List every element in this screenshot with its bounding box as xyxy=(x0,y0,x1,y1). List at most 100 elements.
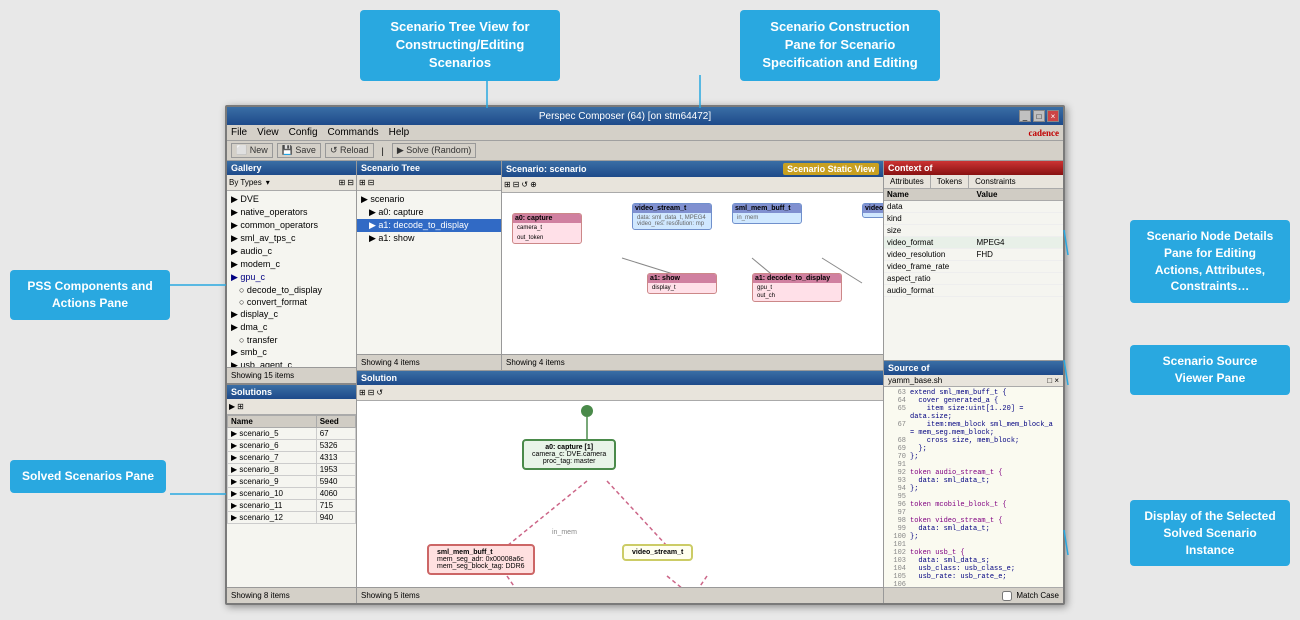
solution-row-4[interactable]: ▶ scenario_81953 xyxy=(228,464,356,476)
menu-help[interactable]: Help xyxy=(389,127,410,138)
solution-title: Solution xyxy=(357,371,883,385)
reload-button[interactable]: ↺ Reload xyxy=(325,143,374,158)
solution-row-1[interactable]: ▶ scenario_567 xyxy=(228,428,356,440)
gallery-item-smb[interactable]: ▶ smb_c xyxy=(227,346,356,359)
node-capture[interactable]: a0: capture camera_t out_token xyxy=(512,213,582,244)
menu-commands[interactable]: Commands xyxy=(328,127,379,138)
gallery-item-modem[interactable]: ▶ modem_c xyxy=(227,258,356,271)
annotation-instance-bubble: Display of the Selected Solved Scenario … xyxy=(1130,500,1290,566)
sol-node-sml-mem[interactable]: sml_mem_buff_t mem_seg_adr: 0x00008a6c m… xyxy=(427,544,535,575)
attr-name-vfrate: video_frame_rate xyxy=(884,261,974,272)
attr-row-vres: video_resolution FHD xyxy=(884,249,1063,261)
scenario-tree-items: ▶ scenario ▶ a0: capture ▶ a1: decode_to… xyxy=(357,191,501,354)
solution-row-2[interactable]: ▶ scenario_65326 xyxy=(228,440,356,452)
attr-value-kind xyxy=(974,213,1064,224)
top-annotations: Scenario Tree View for Constructing/Edit… xyxy=(0,10,1300,81)
tab-constraints[interactable]: Constraints xyxy=(969,175,1021,188)
menu-bar: File View Config Commands Help cadence xyxy=(227,125,1063,141)
solve-button[interactable]: ▶ Solve (Random) xyxy=(392,143,476,158)
gallery-title: Gallery xyxy=(227,161,356,175)
cadence-logo: cadence xyxy=(1029,128,1060,138)
menu-config[interactable]: Config xyxy=(289,127,318,138)
gallery-item-usb[interactable]: ▶ usb_agent_c xyxy=(227,359,356,367)
ed-icon-2[interactable]: ⊟ xyxy=(513,180,520,189)
source-filename-bar: yamm_base.sh □ × xyxy=(884,375,1063,387)
node-video-stream-1[interactable]: video_stream_t data: sml_data_t, MPEG4 v… xyxy=(632,203,712,230)
col-name: Name xyxy=(228,416,317,428)
attr-value-vres: FHD xyxy=(974,249,1064,260)
solution-row-6[interactable]: ▶ scenario_104060 xyxy=(228,488,356,500)
tree-capture[interactable]: ▶ a0: capture xyxy=(357,206,501,219)
tab-tokens[interactable]: Tokens xyxy=(931,175,969,188)
gallery-item-native[interactable]: ▶ native_operators xyxy=(227,206,356,219)
gallery-item-convert[interactable]: ○ convert_format xyxy=(227,296,356,308)
tree-show[interactable]: ▶ a1: show xyxy=(357,232,501,245)
ed-icon-4[interactable]: ⊕ xyxy=(530,180,537,189)
solution-row-3[interactable]: ▶ scenario_74313 xyxy=(228,452,356,464)
gallery-item-gpu[interactable]: ▶ gpu_c xyxy=(227,271,356,284)
gallery-item-dve[interactable]: ▶ DVE xyxy=(227,193,356,206)
node-video-stream-2[interactable]: video_stream_t xyxy=(862,203,883,218)
scenario-editor-title-bar: Scenario: scenario Scenario Static View xyxy=(502,161,883,177)
tree-decode[interactable]: ▶ a1: decode_to_display xyxy=(357,219,501,232)
gallery-item-dma[interactable]: ▶ dma_c xyxy=(227,321,356,334)
editor-toolbar: ⊞ ⊟ ↺ ⊕ xyxy=(502,177,883,193)
sol-icon-2[interactable]: ⊞ xyxy=(237,402,244,411)
node-decode-to-display[interactable]: a1: decode_to_display gpu_t out_ch xyxy=(752,273,842,302)
node-sml-mem-buff[interactable]: sml_mem_buff_t in_mem xyxy=(732,203,802,224)
attr-row-vformat: video_format MPEG4 xyxy=(884,237,1063,249)
minimize-button[interactable]: _ xyxy=(1019,110,1031,122)
new-button[interactable]: ⬜ New xyxy=(231,143,273,158)
src-line-105: 105 usb_rate: usb_rate_e; xyxy=(886,573,1061,581)
match-case-checkbox[interactable] xyxy=(1002,591,1012,601)
gallery-item-sml[interactable]: ▶ sml_av_tps_c xyxy=(227,232,356,245)
save-button[interactable]: 💾 Save xyxy=(277,143,321,158)
solutions-title: Solutions xyxy=(227,385,356,399)
scenario-showing: Showing 4 items xyxy=(361,358,420,367)
menu-file[interactable]: File xyxy=(231,127,247,138)
attr-name-vformat: video_format xyxy=(884,237,974,248)
ed-icon-1[interactable]: ⊞ xyxy=(504,180,511,189)
gallery-item-common[interactable]: ▶ common_operators xyxy=(227,219,356,232)
context-tabs: Attributes Tokens Constraints xyxy=(884,175,1063,189)
attr-list: data kind size video_format xyxy=(884,201,1063,360)
src-line-96: 96token mcobile_block_t { xyxy=(886,501,1061,509)
tree-icon-2[interactable]: ⊟ xyxy=(368,178,375,187)
close-button[interactable]: × xyxy=(1047,110,1059,122)
src-line-100: 100}; xyxy=(886,533,1061,541)
filter-icon[interactable]: ▾ xyxy=(266,178,270,187)
sol-tb-icon-3[interactable]: ↺ xyxy=(376,388,383,397)
ed-icon-3[interactable]: ↺ xyxy=(521,180,528,189)
menu-view[interactable]: View xyxy=(257,127,279,138)
sol-node-video[interactable]: video_stream_t xyxy=(622,544,693,561)
right-panel: Context of Attributes Tokens Constraints… xyxy=(883,161,1063,603)
solution-row-5[interactable]: ▶ scenario_95940 xyxy=(228,476,356,488)
gallery-item-audio[interactable]: ▶ audio_c xyxy=(227,245,356,258)
tab-attributes[interactable]: Attributes xyxy=(884,175,931,188)
sol-node-capture[interactable]: a0: capture [1] camera_c: DVE.camera pro… xyxy=(522,439,616,470)
gallery-icon-1[interactable]: ⊞ xyxy=(339,178,346,187)
solution-row-7[interactable]: ▶ scenario_11715 xyxy=(228,500,356,512)
sol-tb-icon-2[interactable]: ⊟ xyxy=(368,388,375,397)
gallery-item-decode[interactable]: ○ decode_to_display xyxy=(227,284,356,296)
gallery-icon-2[interactable]: ⊟ xyxy=(347,178,354,187)
attr-row-data: data xyxy=(884,201,1063,213)
sol-icon-1[interactable]: ▶ xyxy=(229,402,235,411)
center-top: Scenario Tree ⊞ ⊟ ▶ scenario ▶ a0: captu… xyxy=(357,161,883,371)
gallery-panel: Gallery By Types ▾ ⊞ ⊟ ▶ DVE ▶ native_op… xyxy=(227,161,357,603)
solution-row-8[interactable]: ▶ scenario_12940 xyxy=(228,512,356,524)
node-show[interactable]: a1: show display_t xyxy=(647,273,717,294)
annotation-solved-scenarios: Solved Scenarios Pane xyxy=(10,460,166,493)
src-line-67: 67 item:mem_block sml_mem_block_a = mem_… xyxy=(886,421,1061,437)
annotation-pss-bubble: PSS Components and Actions Pane xyxy=(10,270,170,320)
gallery-item-display[interactable]: ▶ display_c xyxy=(227,308,356,321)
tree-scenario[interactable]: ▶ scenario xyxy=(357,193,501,206)
sol-tb-icon-1[interactable]: ⊞ xyxy=(359,388,366,397)
solution-status: Showing 5 items xyxy=(357,587,883,603)
scenario-tree-panel: Scenario Tree ⊞ ⊟ ▶ scenario ▶ a0: captu… xyxy=(357,161,502,370)
annotation-source-viewer: Scenario Source Viewer Pane xyxy=(1130,345,1290,395)
tree-icon-1[interactable]: ⊞ xyxy=(359,178,366,187)
gallery-item-transfer[interactable]: ○ transfer xyxy=(227,334,356,346)
source-title: Source of xyxy=(884,361,1063,375)
maximize-button[interactable]: □ xyxy=(1033,110,1045,122)
